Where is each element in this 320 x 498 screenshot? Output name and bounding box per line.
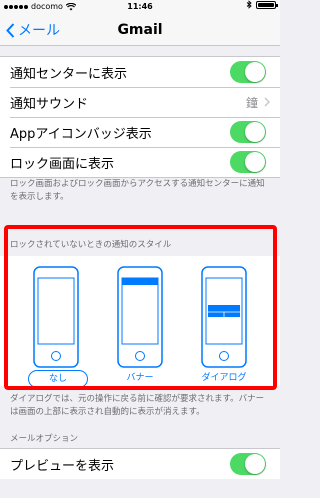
navigation-bar: Gmail メール [0, 14, 280, 46]
row-label: 通知サウンド [10, 96, 89, 112]
back-button-label: メール [18, 23, 60, 39]
chevron-left-icon [6, 22, 15, 38]
row-notification-center: 通知センターに表示 [0, 57, 280, 87]
status-bar-right [246, 0, 278, 9]
show-preview-toggle[interactable] [230, 453, 266, 475]
chevron-right-icon [264, 97, 270, 107]
lock-screen-toggle[interactable] [230, 151, 266, 173]
bluetooth-icon [246, 0, 252, 9]
row-app-icon-badge: Appアイコンバッジ表示 [0, 117, 280, 147]
status-time: 11:46 [127, 2, 153, 11]
back-button[interactable]: メール [6, 14, 60, 46]
app-icon-badge-toggle[interactable] [230, 121, 266, 143]
row-show-on-lock-screen: ロック画面に表示 [0, 147, 280, 177]
status-bar: docomo 11:46 [0, 0, 280, 14]
alert-style-footnote: ダイアログでは、元の操作に戻る前に確認が要求されます。バナーは画面の上部に表示さ… [10, 394, 265, 417]
battery-icon [256, 0, 278, 9]
notification-settings-group: 通知センターに表示 通知サウンド 鐘 Appアイコンバッジ表示 ロック画面に表示 [0, 56, 280, 178]
row-show-preview: プレビューを表示 [0, 449, 280, 479]
highlight-box [4, 225, 277, 390]
mail-options-header: メールオプション [10, 434, 79, 444]
notification-center-toggle[interactable] [230, 61, 266, 83]
lock-screen-footnote: ロック画面およびロック画面からアクセスする通知センターに通知を表示します。 [10, 179, 265, 202]
sound-value: 鐘 [245, 95, 258, 110]
row-notification-sound[interactable]: 通知サウンド 鐘 [0, 87, 280, 117]
mail-options-group: プレビューを表示 [0, 448, 280, 479]
